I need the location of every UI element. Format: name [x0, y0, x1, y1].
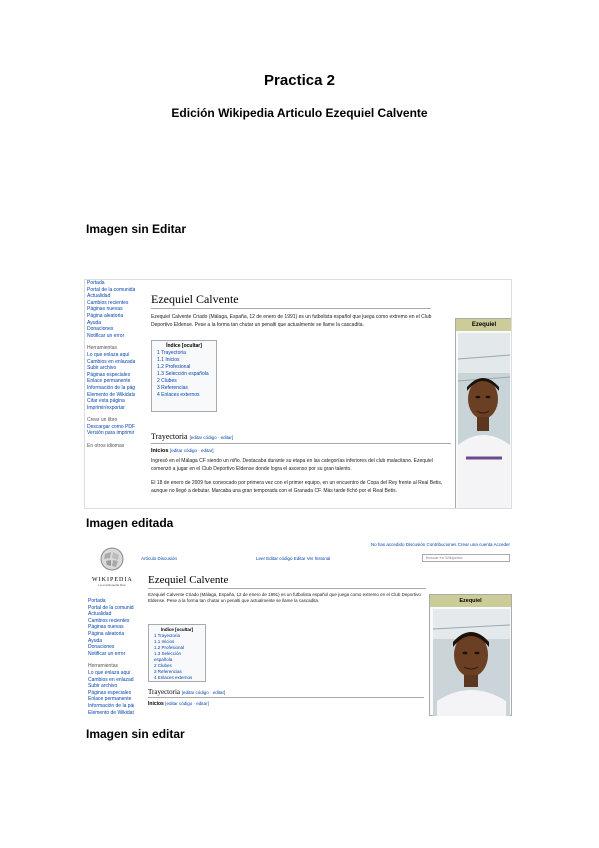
section-heading: Trayectoria [editar código · editar]	[151, 432, 234, 441]
sidebar-item[interactable]: Ayuda	[88, 638, 134, 645]
sidebar-item[interactable]: Subir archivo	[88, 683, 134, 690]
wikipedia-logo: WIKIPEDIA La enciclopedia libre	[92, 546, 132, 587]
toc-item[interactable]: 4 Enlaces externos	[157, 392, 211, 399]
player-photo	[458, 333, 510, 508]
subsection-heading-2: Inicios [editar código · editar]	[148, 701, 209, 707]
toc-item[interactable]: 1.1 Inicios	[157, 357, 211, 364]
sidebar-item[interactable]: Páginas especiales	[87, 372, 135, 379]
sidebar-item[interactable]: En otros idiomas	[87, 443, 135, 450]
sidebar-item[interactable]: Página aleatoria	[88, 631, 134, 638]
toc-list: 1 Trayectoria 1.1 Inicios 1.2 Profesional 1…	[157, 350, 211, 399]
sidebar-item[interactable]: Actualidad	[87, 293, 135, 300]
article-title-2: Ezequiel Calvente	[148, 574, 229, 586]
infobox-header: Ezequiel	[456, 319, 511, 331]
caption-unedited: Imagen sin Editar	[86, 222, 187, 236]
sidebar-item[interactable]: Portada	[87, 280, 135, 287]
sidebar-item[interactable]: Citar esta página	[87, 398, 135, 405]
caption-unedited-2: Imagen sin editar	[86, 727, 185, 741]
sidebar-item[interactable]: Subir archivo	[87, 365, 135, 372]
sidebar-item[interactable]: Portada	[88, 598, 134, 605]
body-paragraph-1: Ingresó en el Málaga CF siendo un niño. …	[151, 458, 433, 472]
sidebar-item[interactable]: Herramientas	[88, 663, 134, 670]
toc-item[interactable]: 3 Referencias	[157, 385, 211, 392]
toc-title: Índice [ocultar]	[166, 343, 202, 349]
wiki-article-2: Ezequiel Calvente Ezequiel Calvente Cria…	[144, 562, 512, 716]
sidebar-item[interactable]: Crear un libro	[87, 417, 135, 424]
infobox: Ezequiel	[455, 318, 511, 508]
toc-item[interactable]: 1.3 Selección española	[154, 651, 200, 663]
toc-item[interactable]: 2 Clubes	[157, 378, 211, 385]
wiki-sidebar-2: PortadaPortal de la comunidadActualidadC…	[86, 598, 134, 716]
sidebar-item[interactable]: Donaciones	[88, 644, 134, 651]
infobox-2: Ezequiel	[429, 594, 512, 716]
body-paragraph-2: El 18 de enero de 2009 fue convocado por…	[151, 480, 443, 494]
sidebar-item[interactable]: Lo que enlaza aquí	[88, 670, 134, 677]
sidebar-item[interactable]: Páginas especiales	[88, 690, 134, 697]
article-title: Ezequiel Calvente	[151, 292, 239, 306]
sidebar-item[interactable]: Cambios recientes	[87, 300, 135, 307]
sidebar-item[interactable]: Cambios en enlazadas	[87, 359, 135, 366]
sidebar-item[interactable]: Portal de la comunidad	[88, 605, 134, 612]
sidebar-item[interactable]: Información de la página	[88, 703, 134, 710]
toc-item[interactable]: 1.2 Profesional	[157, 364, 211, 371]
intro-paragraph: Ezequiel Calvente Criado (Málaga, España…	[151, 314, 432, 328]
personal-links[interactable]: No has accedido Discusión Contribuciones…	[371, 542, 510, 547]
sidebar-item[interactable]: Páginas nuevas	[88, 624, 134, 631]
title-rule	[151, 308, 431, 309]
section-rule	[151, 443, 451, 444]
screenshot-unedited: Portada Portal de la comunidad Actualidad C…	[84, 279, 512, 509]
toc-item[interactable]: 4 Enlaces externos	[154, 675, 200, 681]
subsection-heading: Inicios [editar código · editar]	[151, 448, 214, 454]
wiki-article: Ezequiel Calvente Ezequiel Calvente Cria…	[147, 280, 511, 508]
sidebar-item[interactable]: Enlace permanente	[88, 696, 134, 703]
sidebar-item[interactable]: Cambios en enlazadas	[88, 677, 134, 684]
title-rule-2	[148, 588, 426, 589]
caption-edited: Imagen editada	[86, 516, 174, 530]
toc-item[interactable]: 1.3 Selección española	[157, 371, 211, 378]
toc-box-2: Índice [ocultar] 1 Trayectoria 1.1 Inicio…	[148, 624, 206, 682]
player-photo-2	[433, 609, 510, 716]
page-title: Practica 2	[264, 72, 335, 89]
sidebar-item[interactable]: Actualidad	[88, 611, 134, 618]
page-subtitle: Edición Wikipedia Articulo Ezequiel Calv…	[171, 106, 428, 120]
sidebar-item[interactable]: Notificar un error	[88, 651, 134, 658]
globe-icon	[100, 547, 124, 571]
section-heading-2: Trayectoria [editar código · editar]	[148, 688, 226, 696]
sidebar-item[interactable]: Información de la página	[87, 385, 135, 392]
view-tabs[interactable]: Leer Editar código Editar Ver historial	[256, 556, 330, 561]
toc-item[interactable]: 1 Trayectoria	[157, 350, 211, 357]
sidebar-item[interactable]: Elemento de Wikidata	[87, 392, 135, 399]
sidebar-item[interactable]: Página aleatoria	[87, 313, 135, 320]
section-rule-2	[148, 697, 424, 698]
sidebar-item[interactable]: Herramientas	[87, 345, 135, 352]
toc-box: Índice [ocultar] 1 Trayectoria 1.1 Inicio…	[151, 340, 217, 412]
sidebar-item[interactable]: Páginas nuevas	[87, 306, 135, 313]
screenshot-edited: WIKIPEDIA La enciclopedia libre No has a…	[86, 540, 512, 716]
sidebar-item[interactable]: Ayuda	[87, 320, 135, 327]
sidebar-item[interactable]: Cambios recientes	[88, 618, 134, 625]
sidebar-item[interactable]: Imprimir/exportar	[87, 405, 135, 412]
sidebar-item[interactable]: Notificar un error	[87, 333, 135, 340]
sidebar-item[interactable]: Enlace permanente	[87, 378, 135, 385]
sidebar-item[interactable]: Elemento de Wikidata	[88, 710, 134, 717]
search-input[interactable]: Buscar en Wikipedia	[422, 554, 510, 562]
sidebar-item[interactable]: Donaciones	[87, 326, 135, 333]
sidebar-item[interactable]: Versión para imprimir	[87, 430, 135, 437]
sidebar-item[interactable]: Lo que enlaza aquí	[87, 352, 135, 359]
wiki-sidebar: Portada Portal de la comunidad Actualidad C…	[85, 280, 135, 508]
sidebar-item[interactable]: Descargar como PDF	[87, 424, 135, 431]
namespace-tabs[interactable]: Artículo Discusión	[141, 556, 177, 561]
sidebar-item[interactable]: Portal de la comunidad	[87, 287, 135, 294]
intro-paragraph-2: Ezequiel Calvente Criado (Málaga, España…	[148, 592, 421, 603]
